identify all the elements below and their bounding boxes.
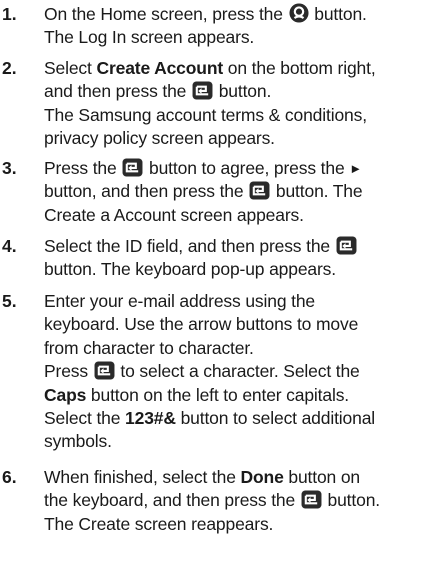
create-account-label: Create Account	[96, 58, 224, 78]
step-text-segment: Select the ID field, and then press the	[44, 236, 330, 256]
step-text-segment: Press	[44, 361, 88, 382]
step-text-segment: button, and then press the	[44, 181, 244, 202]
step-number: 6.	[2, 467, 17, 487]
step-text-line: The Samsung account terms & conditions,	[44, 104, 367, 125]
step-text-line: privacy policy screen appears.	[44, 128, 275, 149]
step-text-segment: Press the	[44, 158, 117, 178]
enter-icon	[301, 490, 322, 509]
step-text-segment: button on the left to enter capitals.	[90, 384, 350, 405]
step-text-line: symbols.	[44, 431, 112, 452]
step-text: Select Create Account on the bottom righ…	[44, 57, 444, 151]
enter-icon	[336, 236, 357, 255]
step-text: On the Home screen, press the button. Th…	[44, 3, 444, 50]
done-label: Done	[240, 467, 284, 487]
enter-icon	[192, 81, 213, 100]
step-text-segment: button to agree, press the	[149, 158, 345, 178]
step-text-segment: button to select additional	[180, 408, 376, 429]
step-text-segment: button. The	[275, 181, 363, 202]
step-text-segment: to select a character. Select the	[120, 361, 360, 382]
step-text-segment: the keyboard, and then press the	[44, 490, 296, 511]
symbols-label: 123#&	[125, 408, 176, 429]
step-number: 1.	[2, 4, 17, 24]
account-icon	[289, 3, 309, 23]
step-text-segment: Select	[44, 58, 92, 78]
step-text: Press the button to agree, press the ► b…	[44, 157, 444, 227]
step-text: Select the ID field, and then press the …	[44, 235, 444, 282]
step-text-line: The Create screen reappears.	[44, 513, 274, 534]
caps-label: Caps	[44, 384, 87, 405]
step-text-segment: on the bottom right,	[227, 58, 376, 78]
step-text-line: from character to character.	[44, 337, 254, 358]
step-number: 2.	[2, 58, 17, 78]
step-text-line: button. The keyboard pop-up appears.	[44, 259, 336, 280]
step-text: Enter your e-mail address using the keyb…	[44, 290, 444, 454]
step-text-segment: Select the	[44, 408, 121, 429]
step-number: 5.	[2, 291, 17, 311]
step-text-segment: and then press the	[44, 81, 187, 102]
step-text-segment: button.	[218, 81, 272, 102]
enter-icon	[249, 181, 270, 200]
right-arrow-icon: ►	[349, 161, 362, 176]
enter-icon	[94, 361, 115, 380]
step-text-segment: button.	[327, 490, 381, 511]
step-text-segment: button.	[314, 4, 367, 24]
enter-icon	[122, 158, 143, 177]
step-number: 4.	[2, 236, 17, 256]
step-text-line: The Log In screen appears.	[44, 27, 255, 48]
step-text-line: Enter your e-mail address using the	[44, 291, 315, 311]
step-text-segment: On the Home screen, press the	[44, 4, 283, 24]
step-text-line: keyboard. Use the arrow buttons to move	[44, 314, 359, 335]
step-number: 3.	[2, 158, 17, 178]
step-text-segment: button on	[288, 467, 361, 487]
step-text-line: Create a Account screen appears.	[44, 204, 304, 225]
step-text-segment: When finished, select the	[44, 467, 236, 487]
step-text: When finished, select the Done button on…	[44, 466, 444, 536]
